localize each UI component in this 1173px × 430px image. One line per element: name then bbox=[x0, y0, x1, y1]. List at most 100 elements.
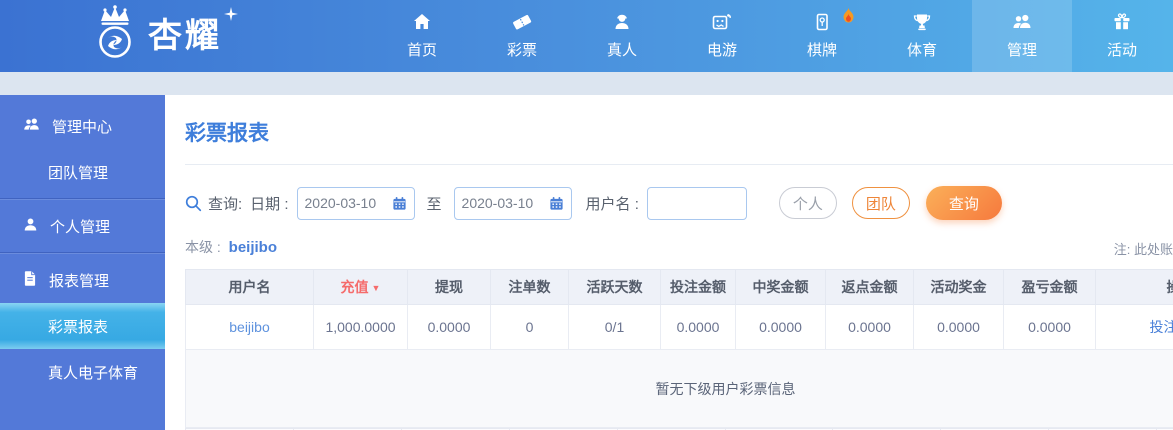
username-label: 用户名 : bbox=[585, 195, 639, 213]
col-rebate-amount: 返点金额 bbox=[825, 269, 914, 305]
row-active-days: 0/1 bbox=[568, 304, 661, 350]
col-withdraw: 提现 bbox=[407, 269, 491, 305]
date-from-input[interactable] bbox=[304, 195, 390, 211]
table-header-row: 用户名 充值 ▼ 提现 注单数 活跃天数 投注金额 中奖金额 返点金额 活动奖金 … bbox=[185, 269, 1173, 305]
query-label: 查询: bbox=[208, 195, 243, 213]
col-win-amount: 中奖金额 bbox=[735, 269, 826, 305]
sidebar-divider bbox=[0, 198, 165, 200]
date-to-box bbox=[453, 186, 572, 220]
username-input[interactable] bbox=[654, 195, 739, 211]
to-label: 至 bbox=[426, 195, 442, 213]
empty-message: 暂无下级用户彩票信息 bbox=[185, 349, 1173, 428]
date-from-box bbox=[296, 186, 415, 220]
trophy-icon bbox=[912, 12, 932, 32]
col-recharge-sortable[interactable]: 充值 ▼ bbox=[313, 269, 408, 305]
row-rebate-amount: 0.0000 bbox=[825, 304, 914, 350]
brand-name: 杏耀 bbox=[148, 17, 222, 55]
col-bet-amount: 投注金额 bbox=[660, 269, 736, 305]
nav-item-boardgames[interactable]: 棋牌 bbox=[772, 0, 872, 72]
sidebar-item-label: 管理中心 bbox=[52, 118, 113, 136]
col-bet-count: 注单数 bbox=[490, 269, 569, 305]
nav-label: 电游 bbox=[706, 42, 737, 59]
top-navbar: 杏耀 首页 彩票 真人 电游 棋牌 体育 管理 活动 bbox=[0, 0, 1173, 72]
row-recharge: 1,000.0000 bbox=[313, 304, 408, 350]
nav-label: 管理 bbox=[1006, 42, 1037, 59]
sidebar-item-team-management[interactable]: 团队管理 bbox=[0, 149, 165, 195]
nav-label: 彩票 bbox=[506, 42, 537, 59]
row-username-link[interactable]: beijibo bbox=[185, 304, 314, 350]
mahjong-tile-icon bbox=[812, 12, 832, 32]
nav-label: 棋牌 bbox=[806, 42, 837, 59]
sidebar-divider bbox=[0, 252, 165, 254]
col-actions: 操作 bbox=[1095, 269, 1173, 305]
page-title: 彩票报表 bbox=[185, 122, 269, 145]
sidebar-item-report-management[interactable]: 报表管理 bbox=[0, 257, 165, 303]
sort-desc-icon: ▼ bbox=[371, 283, 381, 293]
nav-label: 体育 bbox=[906, 42, 937, 59]
row-activity-bonus: 0.0000 bbox=[913, 304, 1004, 350]
nav-item-activity[interactable]: 活动 bbox=[1072, 0, 1172, 72]
gift-icon bbox=[1112, 12, 1132, 32]
calendar-icon[interactable] bbox=[549, 196, 564, 211]
main-content: 彩票报表 查询: 日期 : 至 用户名 : bbox=[165, 95, 1173, 430]
sidebar-item-label: 团队管理 bbox=[48, 164, 109, 182]
row-actions: 投注追号 bbox=[1095, 304, 1173, 350]
note-text: 注: 此处账 bbox=[1113, 242, 1173, 257]
bet-action-link[interactable]: 投注 bbox=[1150, 319, 1173, 335]
title-divider bbox=[185, 164, 1173, 165]
sidebar-item-label: 真人电子体育 bbox=[48, 364, 139, 382]
home-icon bbox=[412, 12, 432, 32]
sidebar-item-lottery-report[interactable]: 彩票报表 bbox=[0, 303, 165, 349]
col-active-days: 活跃天数 bbox=[568, 269, 661, 305]
report-document-icon bbox=[22, 270, 38, 291]
row-win-amount: 0.0000 bbox=[735, 304, 826, 350]
table-row: beijibo 1,000.0000 0.0000 0 0/1 0.0000 0… bbox=[185, 304, 1173, 350]
level-label: 本级 : bbox=[185, 239, 221, 255]
level-username[interactable]: beijibo bbox=[229, 239, 277, 256]
team-filter-button[interactable]: 团队 bbox=[851, 187, 910, 219]
personal-filter-button[interactable]: 个人 bbox=[778, 187, 837, 219]
row-bet-amount: 0.0000 bbox=[660, 304, 736, 350]
nav-label: 活动 bbox=[1106, 42, 1137, 59]
date-label: 日期 : bbox=[250, 195, 289, 213]
col-username: 用户名 bbox=[185, 269, 314, 305]
date-to-input[interactable] bbox=[461, 195, 547, 211]
nav-item-lottery[interactable]: 彩票 bbox=[472, 0, 572, 72]
username-box bbox=[646, 186, 747, 220]
sidebar-item-label: 报表管理 bbox=[49, 272, 110, 290]
row-bet-count: 0 bbox=[490, 304, 569, 350]
user-icon bbox=[22, 216, 39, 237]
sidebar-item-live-esports[interactable]: 真人电子体育 bbox=[0, 349, 165, 395]
users-icon bbox=[22, 116, 41, 137]
slot-machine-icon bbox=[711, 12, 733, 32]
current-level-row: 本级 : beijibo 注: 此处账 bbox=[185, 237, 1173, 257]
nav-item-management[interactable]: 管理 bbox=[972, 0, 1072, 72]
nav-label: 首页 bbox=[406, 42, 437, 59]
search-icon bbox=[185, 195, 202, 212]
nav-item-sports[interactable]: 体育 bbox=[872, 0, 972, 72]
hot-flame-icon bbox=[842, 7, 855, 27]
ticket-icon bbox=[512, 12, 532, 32]
crown-fish-emblem-icon bbox=[88, 4, 142, 68]
main-nav: 首页 彩票 真人 电游 棋牌 体育 管理 活动 bbox=[372, 0, 1172, 72]
empty-state-row: 暂无下级用户彩票信息 bbox=[185, 349, 1173, 428]
page: 杏耀 首页 彩票 真人 电游 棋牌 体育 管理 活动 管理中心 团队管理 个人管… bbox=[0, 0, 1173, 430]
calendar-icon[interactable] bbox=[392, 196, 407, 211]
sub-navbar-strip bbox=[0, 72, 1173, 95]
sidebar-item-personal-management[interactable]: 个人管理 bbox=[0, 203, 165, 249]
nav-label: 真人 bbox=[606, 42, 637, 59]
row-profit-loss: 0.0000 bbox=[1003, 304, 1096, 350]
search-toolbar: 查询: 日期 : 至 用户名 : 个人 团队 查询 bbox=[185, 186, 1173, 220]
brand-logo[interactable]: 杏耀 bbox=[88, 4, 238, 68]
sparkle-icon bbox=[224, 7, 238, 26]
col-activity-bonus: 活动奖金 bbox=[913, 269, 1004, 305]
nav-item-live[interactable]: 真人 bbox=[572, 0, 672, 72]
sidebar-item-management-center[interactable]: 管理中心 bbox=[0, 103, 165, 149]
row-withdraw: 0.0000 bbox=[407, 304, 491, 350]
sidebar-item-label: 个人管理 bbox=[50, 218, 111, 236]
query-submit-button[interactable]: 查询 bbox=[925, 186, 1002, 220]
nav-item-home[interactable]: 首页 bbox=[372, 0, 472, 72]
nav-item-egames[interactable]: 电游 bbox=[672, 0, 772, 72]
sidebar-item-label: 彩票报表 bbox=[48, 318, 109, 336]
sidebar: 管理中心 团队管理 个人管理 报表管理 彩票报表 真人电子体育 bbox=[0, 95, 165, 430]
